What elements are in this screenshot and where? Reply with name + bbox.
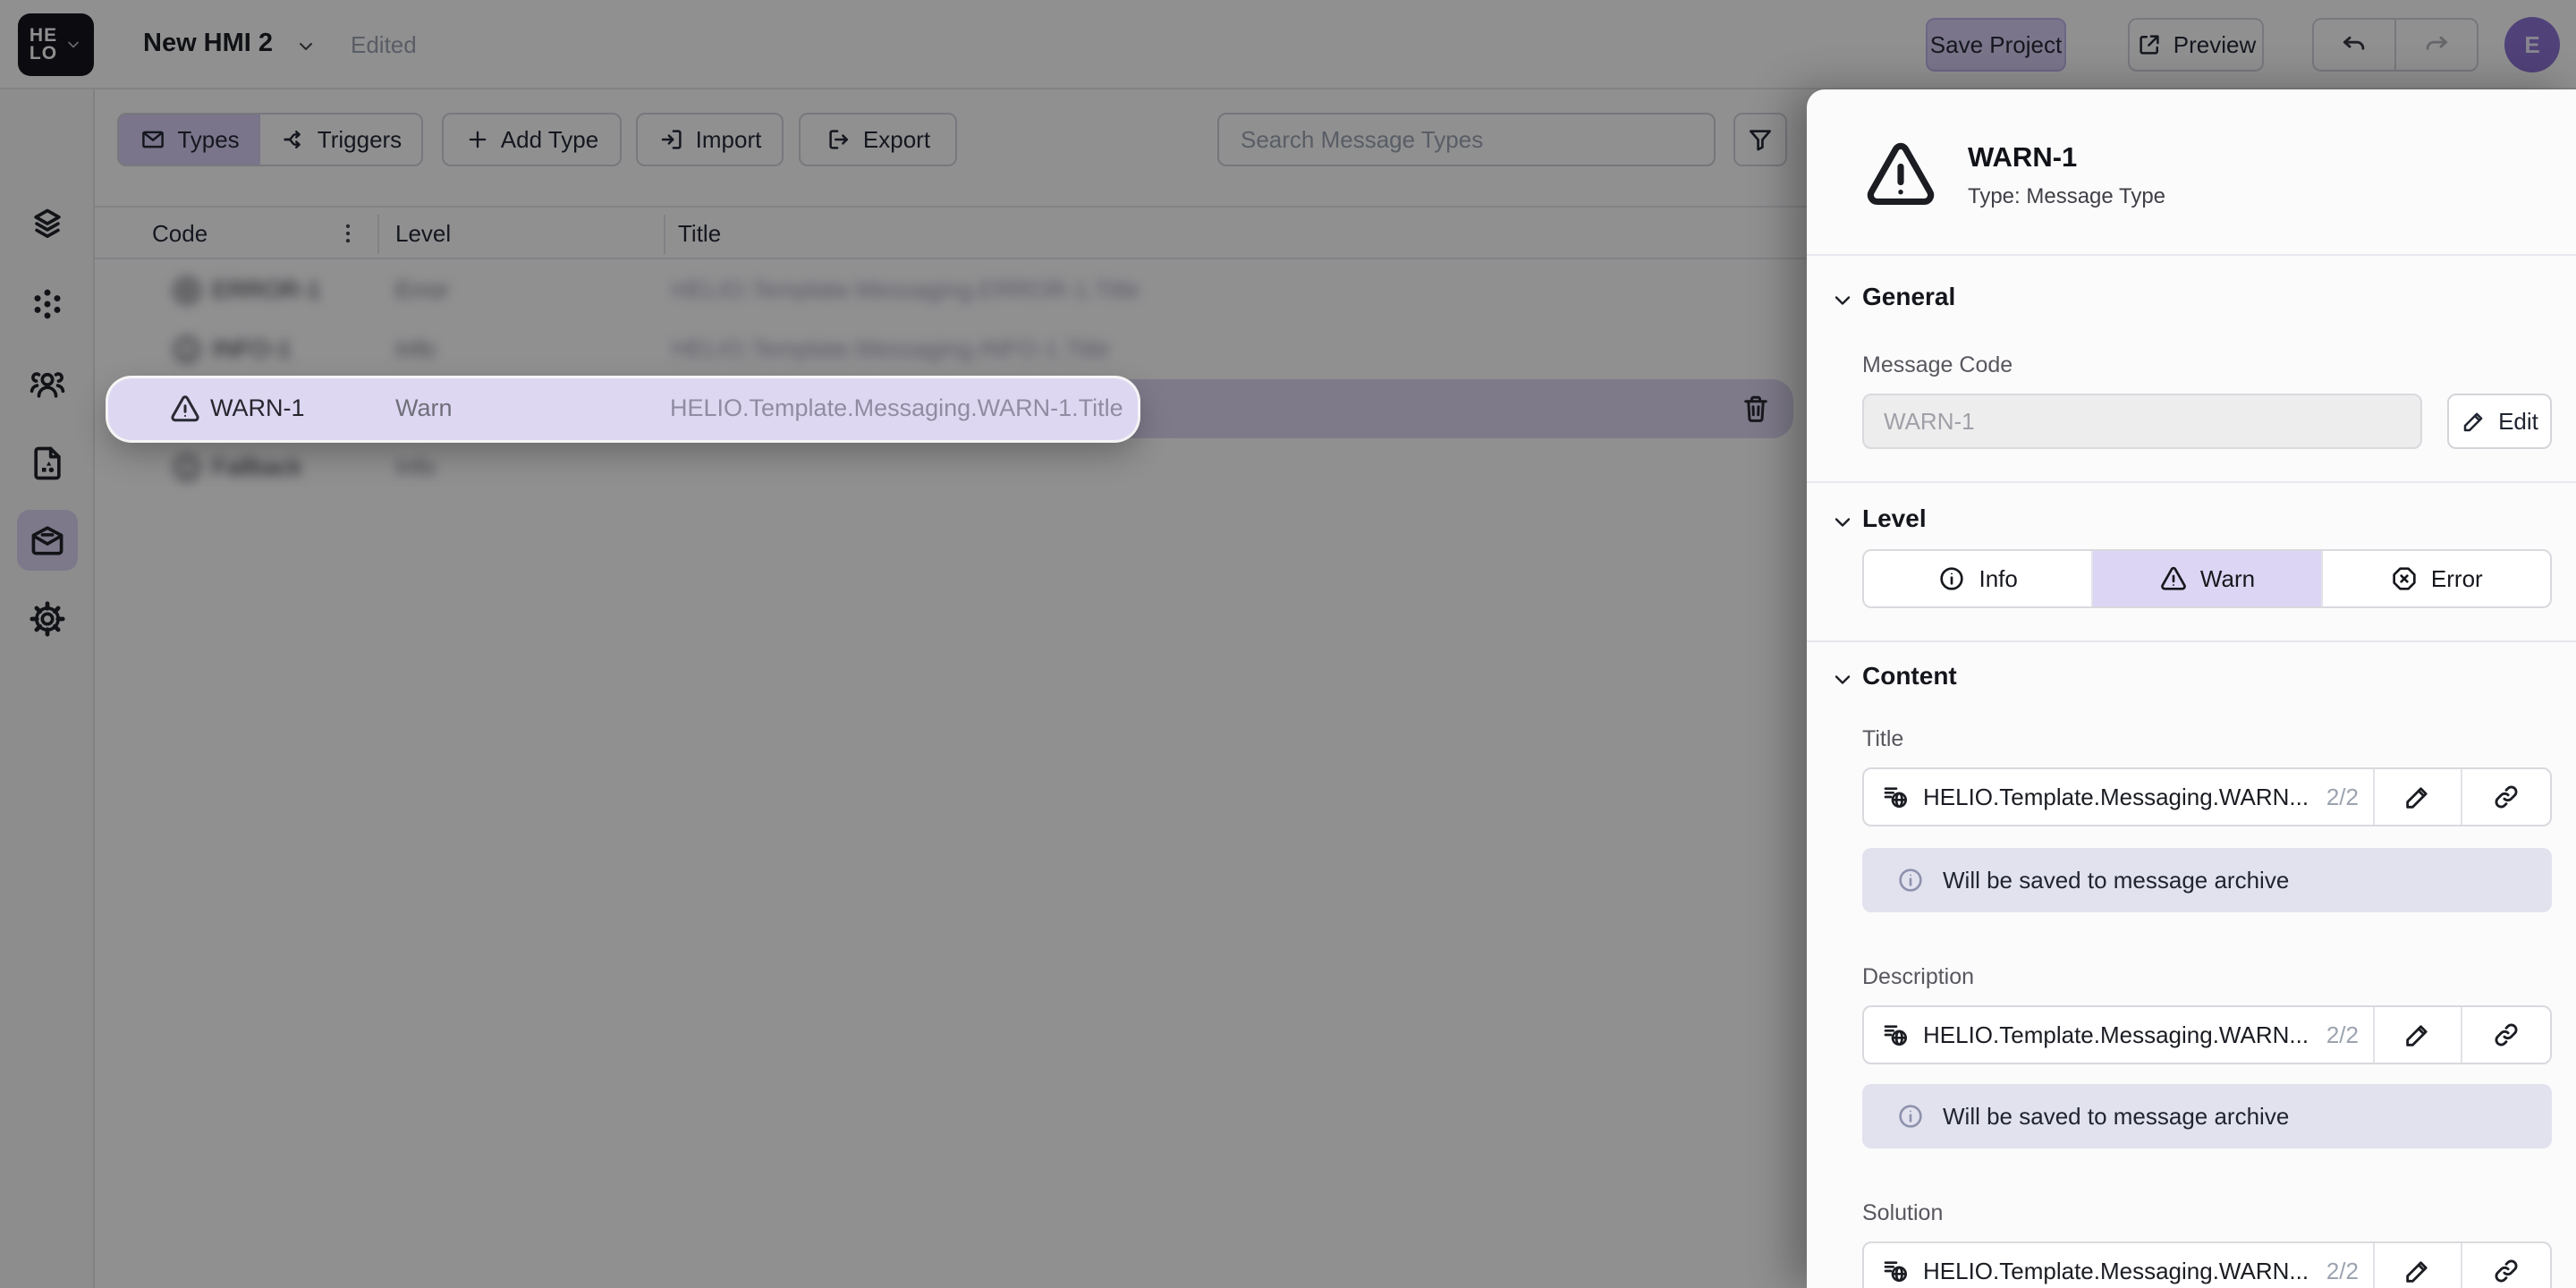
- chevron-down-icon[interactable]: [1830, 667, 1855, 692]
- row-level: Warn: [395, 394, 453, 422]
- level-option-error[interactable]: Error: [2321, 551, 2550, 606]
- link-icon: [2491, 1256, 2521, 1286]
- divider: [1807, 640, 2576, 642]
- solution-translation-counter: 2/2: [2326, 1258, 2359, 1285]
- solution-label: Solution: [1862, 1200, 1943, 1226]
- level-error-label: Error: [2431, 565, 2483, 593]
- translation-icon: [1882, 1257, 1911, 1285]
- divider: [1807, 481, 2576, 483]
- info-icon: [1896, 1102, 1925, 1131]
- banner-text: Will be saved to message archive: [1943, 867, 2289, 894]
- level-info-label: Info: [1979, 565, 2017, 593]
- edit-pencil-icon: [2402, 782, 2433, 812]
- level-option-info[interactable]: Info: [1864, 551, 2091, 606]
- panel-title: WARN-1: [1968, 141, 2077, 174]
- chevron-down-icon[interactable]: [1830, 288, 1855, 313]
- description-field-group: HELIO.Template.Messaging.WARN... 2/2: [1862, 1005, 2552, 1064]
- panel-subtitle: Type: Message Type: [1968, 184, 2165, 209]
- solution-link-button[interactable]: [2461, 1243, 2550, 1288]
- translation-icon: [1882, 783, 1911, 811]
- level-option-warn-selected[interactable]: Warn: [2091, 551, 2320, 606]
- description-value: HELIO.Template.Messaging.WARN...: [1923, 1021, 2319, 1049]
- edit-code-button[interactable]: Edit: [2447, 394, 2552, 449]
- description-link-button[interactable]: [2461, 1007, 2550, 1063]
- section-content[interactable]: Content: [1862, 662, 1957, 691]
- link-icon: [2491, 1020, 2521, 1050]
- divider: [1807, 254, 2576, 256]
- description-label: Description: [1862, 964, 1974, 990]
- title-value-field[interactable]: HELIO.Template.Messaging.WARN... 2/2: [1864, 769, 2373, 825]
- edit-label: Edit: [2498, 408, 2538, 436]
- title-value: HELIO.Template.Messaging.WARN...: [1923, 784, 2319, 811]
- chevron-down-icon[interactable]: [1830, 510, 1855, 535]
- solution-value-field[interactable]: HELIO.Template.Messaging.WARN... 2/2: [1864, 1243, 2373, 1288]
- description-translation-counter: 2/2: [2326, 1021, 2359, 1049]
- description-archive-banner: Will be saved to message archive: [1862, 1084, 2552, 1148]
- info-icon: [1937, 564, 1966, 593]
- title-translation-counter: 2/2: [2326, 784, 2359, 811]
- title-field-group: HELIO.Template.Messaging.WARN... 2/2: [1862, 767, 2552, 826]
- title-edit-button[interactable]: [2373, 769, 2461, 825]
- edit-pencil-icon: [2402, 1020, 2433, 1050]
- warning-icon: [169, 393, 201, 425]
- title-label: Title: [1862, 726, 1903, 752]
- solution-value: HELIO.Template.Messaging.WARN...: [1923, 1258, 2319, 1285]
- title-link-button[interactable]: [2461, 769, 2550, 825]
- row-code: WARN-1: [210, 394, 305, 422]
- solution-edit-button[interactable]: [2373, 1243, 2461, 1288]
- edit-pencil-icon: [2461, 408, 2487, 435]
- section-general[interactable]: General: [1862, 283, 1955, 311]
- description-edit-button[interactable]: [2373, 1007, 2461, 1063]
- level-warn-label: Warn: [2200, 565, 2255, 593]
- spotlight-selected-row[interactable]: WARN-1 Warn HELIO.Template.Messaging.WAR…: [108, 378, 1138, 440]
- warning-icon: [1862, 136, 1939, 213]
- link-icon: [2491, 782, 2521, 812]
- message-type-detail-panel: WARN-1 Type: Message Type General Messag…: [1807, 89, 2576, 1288]
- title-archive-banner: Will be saved to message archive: [1862, 848, 2552, 912]
- message-code-label: Message Code: [1862, 352, 2012, 378]
- info-icon: [1896, 866, 1925, 894]
- edit-pencil-icon: [2402, 1256, 2433, 1286]
- banner-text: Will be saved to message archive: [1943, 1103, 2289, 1131]
- translation-icon: [1882, 1021, 1911, 1049]
- error-icon: [2390, 564, 2419, 593]
- section-level[interactable]: Level: [1862, 504, 1927, 533]
- row-title: HELIO.Template.Messaging.WARN-1.Title: [670, 394, 1123, 422]
- app-root: HE LO New HMI 2 Edited Save Project Prev…: [0, 0, 2576, 1288]
- description-value-field[interactable]: HELIO.Template.Messaging.WARN... 2/2: [1864, 1007, 2373, 1063]
- warning-icon: [2159, 564, 2188, 593]
- message-code-input[interactable]: WARN-1: [1862, 394, 2422, 449]
- solution-field-group: HELIO.Template.Messaging.WARN... 2/2: [1862, 1241, 2552, 1288]
- level-segmented-control: Info Warn Error: [1862, 549, 2552, 608]
